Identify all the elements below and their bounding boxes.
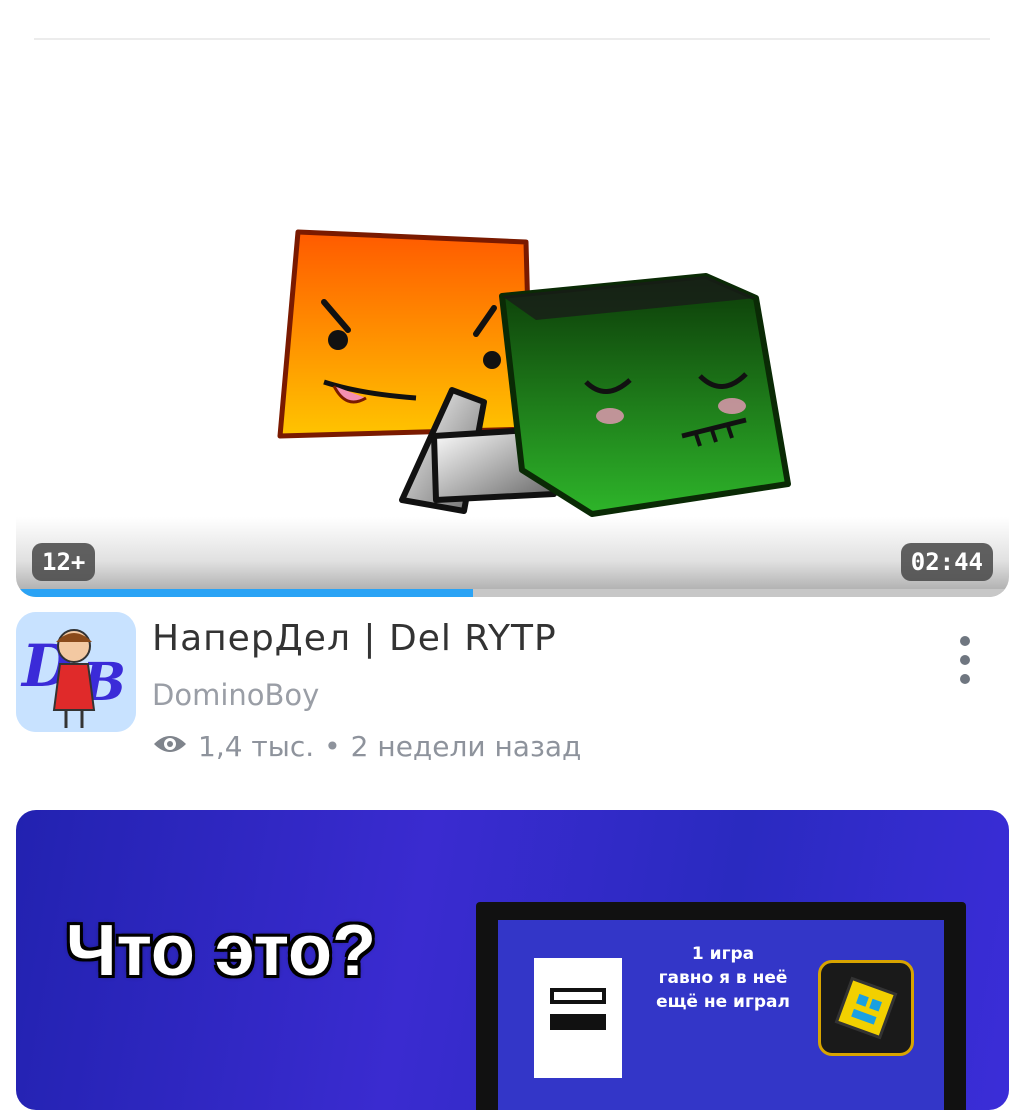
watch-progress-fill xyxy=(16,589,473,597)
eye-icon xyxy=(152,730,188,763)
dot-icon xyxy=(960,655,970,665)
screen-caption-line: гавно я в неё xyxy=(658,968,788,988)
top-divider xyxy=(34,38,990,40)
screen-content: 1 игра гавно я в неё ещё не играл xyxy=(498,920,944,1110)
more-options-button[interactable] xyxy=(947,630,983,690)
screen-caption: 1 игра гавно я в неё ещё не играл xyxy=(648,942,798,1014)
watch-progress-bar xyxy=(16,589,1009,597)
upload-age: 2 недели назад xyxy=(350,730,582,763)
thumbnail-screen: 1 игра гавно я в неё ещё не играл xyxy=(476,902,966,1110)
age-rating-badge: 12+ xyxy=(32,543,96,581)
thumbnail-shade xyxy=(16,517,1009,597)
thumbnail-caption: Что это? xyxy=(66,911,376,991)
video-info[interactable]: D B НаперДел | Del RYTP DominoBoy 1,4 ты… xyxy=(16,612,1009,772)
channel-name[interactable]: DominoBoy xyxy=(152,678,319,712)
channel-avatar[interactable]: D B xyxy=(16,612,136,732)
video-thumbnail[interactable]: 12+ 02:44 xyxy=(16,64,1009,597)
screen-caption-line: 1 игра xyxy=(691,944,755,964)
view-count: 1,4 тыс. xyxy=(198,730,315,763)
screen-caption-line: ещё не играл xyxy=(656,992,790,1012)
game-icon xyxy=(818,960,914,1056)
stats-separator: • xyxy=(324,730,341,763)
video-stats: 1,4 тыс. • 2 недели назад xyxy=(152,730,581,763)
dot-icon xyxy=(960,636,970,646)
avatar-image: D B xyxy=(16,612,136,732)
video-thumbnail-2[interactable]: Что это? 1 игра гавно я в неё ещё не игр… xyxy=(16,810,1009,1110)
dot-icon xyxy=(960,674,970,684)
duration-badge: 02:44 xyxy=(900,543,993,581)
document-icon xyxy=(534,958,622,1078)
video-title[interactable]: НаперДел | Del RYTP xyxy=(152,618,557,659)
